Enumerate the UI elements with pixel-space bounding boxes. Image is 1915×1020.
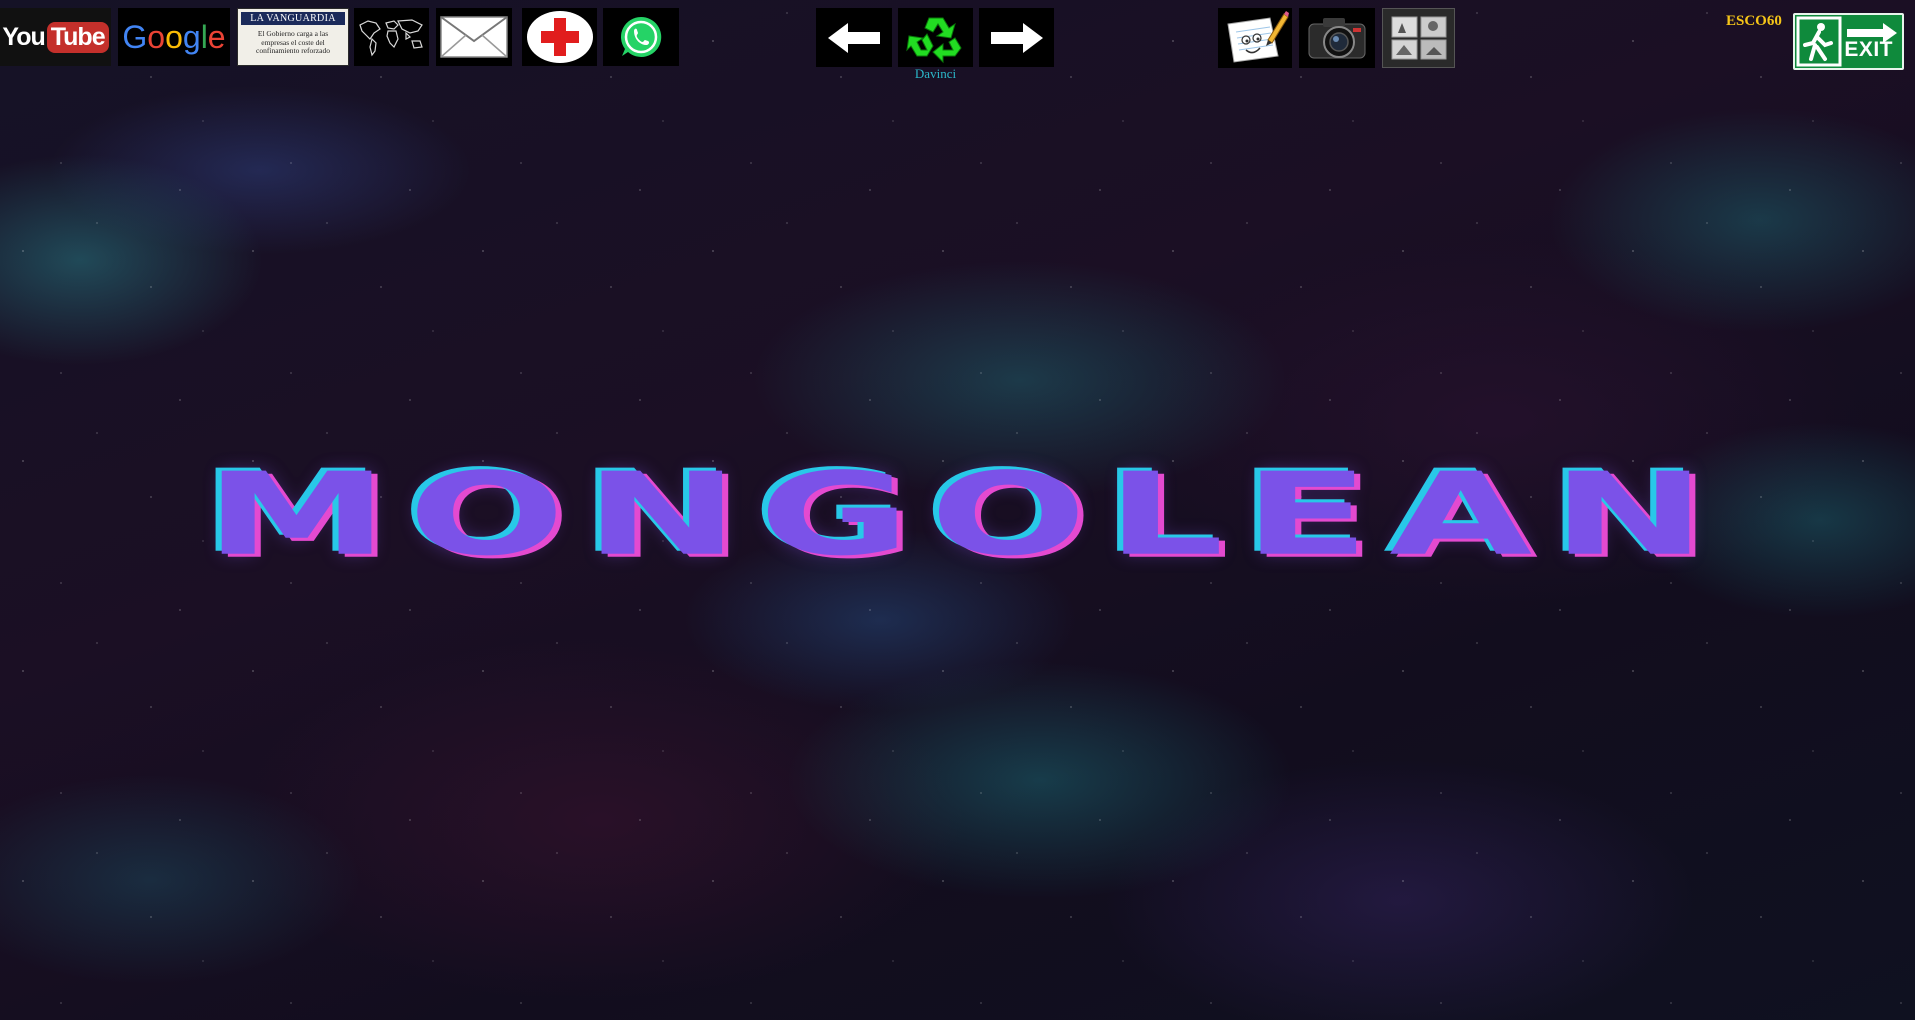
desktop-background: You Tube Google LA VANGUARDIA El Gobiern… xyxy=(0,0,1915,1020)
notepad-pencil-icon xyxy=(1227,11,1289,63)
youtube-label-you: You xyxy=(2,22,45,51)
user-name-label: ESCO60 xyxy=(1726,13,1782,29)
page-title-text: MONGOLEAN xyxy=(204,448,1726,582)
google-letter: o xyxy=(147,18,166,55)
notepad-button[interactable] xyxy=(1218,8,1292,68)
camera-button[interactable] xyxy=(1299,8,1375,68)
google-letter: g xyxy=(182,18,201,55)
google-letter: o xyxy=(165,18,183,55)
recycle-icon xyxy=(905,17,962,63)
newspaper-button[interactable]: LA VANGUARDIA El Gobierno carga a las em… xyxy=(237,8,349,66)
youtube-button[interactable]: You Tube xyxy=(0,8,111,66)
google-letter: e xyxy=(207,18,226,55)
page-title: MONGOLEAN xyxy=(120,440,1810,590)
mail-button[interactable] xyxy=(436,8,512,66)
back-button[interactable] xyxy=(816,8,892,67)
red-cross-icon xyxy=(526,11,593,63)
newspaper-masthead: LA VANGUARDIA xyxy=(241,12,345,25)
exit-label: EXIT xyxy=(1844,38,1893,61)
exit-button[interactable]: EXIT xyxy=(1793,13,1904,70)
newspaper-headline: El Gobierno carga a las empresas el cost… xyxy=(256,29,330,55)
camera-icon xyxy=(1308,18,1366,59)
world-map-icon xyxy=(358,19,423,57)
google-letter: G xyxy=(122,18,148,55)
first-aid-button[interactable] xyxy=(522,8,597,66)
arrow-right-icon xyxy=(990,22,1043,53)
whatsapp-icon xyxy=(621,16,662,57)
recycle-button[interactable] xyxy=(898,8,973,67)
google-letter: l xyxy=(200,18,208,55)
arrow-left-icon xyxy=(828,22,880,53)
whatsapp-button[interactable] xyxy=(603,8,679,66)
forward-button[interactable] xyxy=(979,8,1054,67)
envelope-icon xyxy=(440,16,508,58)
world-map-button[interactable] xyxy=(354,8,429,66)
youtube-label-tube: Tube xyxy=(46,21,109,53)
photo-gallery-icon xyxy=(1391,16,1446,60)
recycle-caption: Davinci xyxy=(914,66,957,81)
photo-gallery-button[interactable] xyxy=(1382,8,1455,68)
google-button[interactable]: Google xyxy=(118,8,230,66)
